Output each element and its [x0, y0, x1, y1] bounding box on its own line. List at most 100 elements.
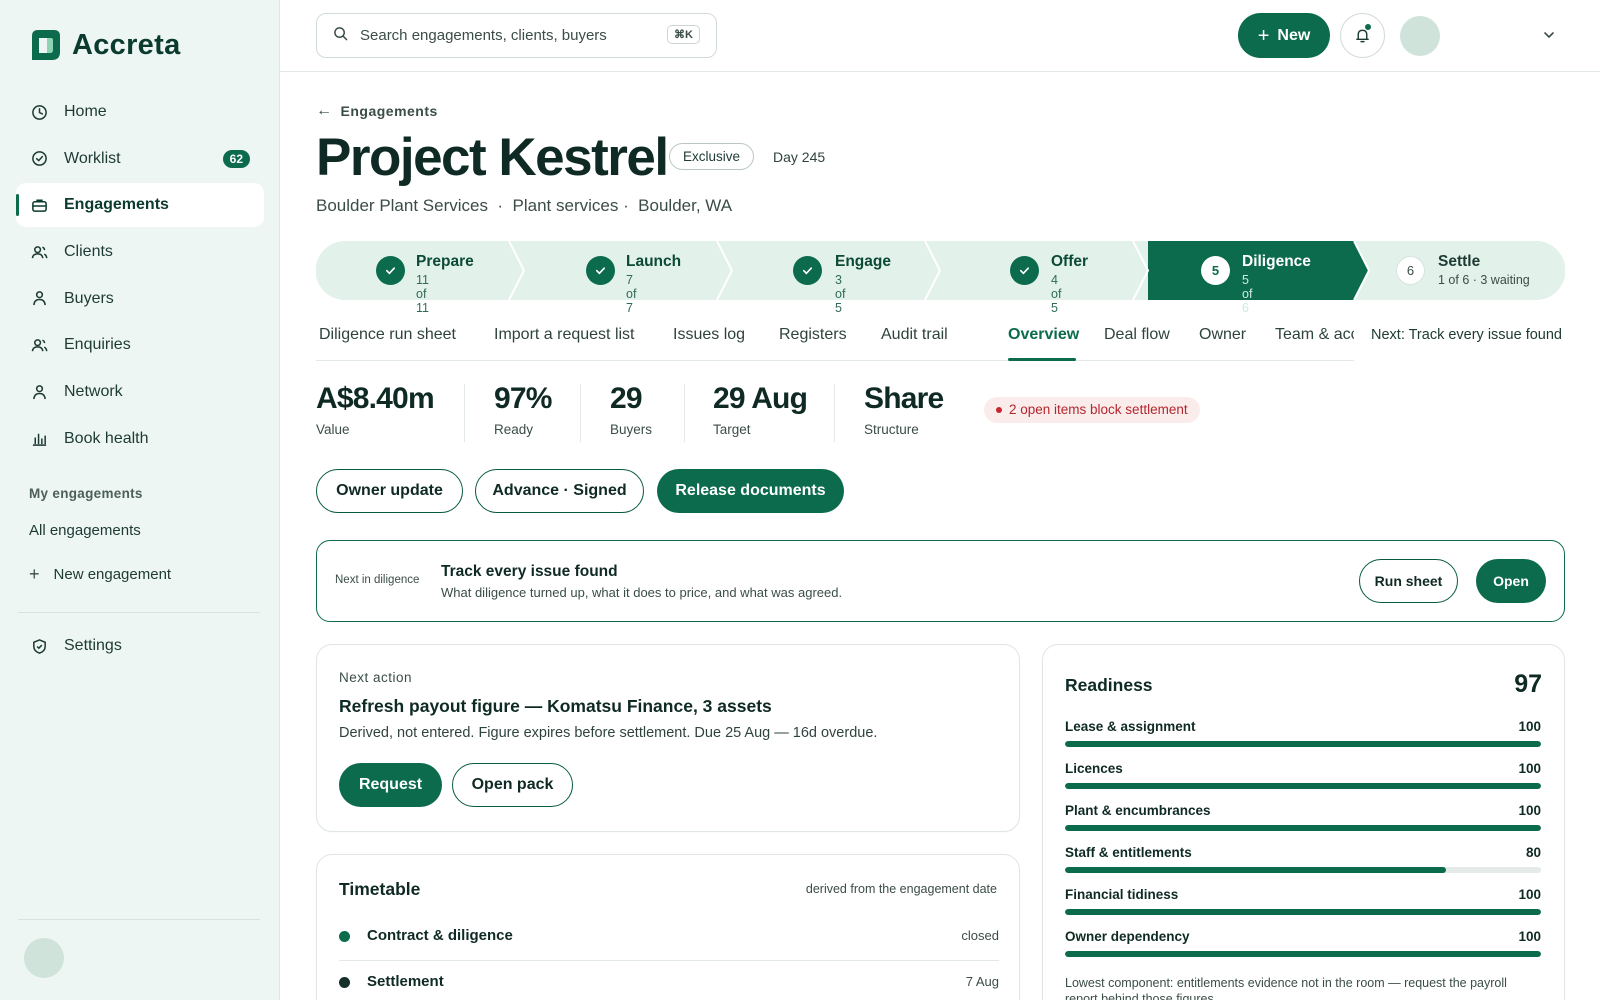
timetable-row-name: Settlement [367, 973, 444, 990]
advance-signed-button[interactable]: Advance · Signed [475, 469, 644, 513]
new-engagement-link[interactable]: + New engagement [29, 564, 171, 585]
readiness-row-score: 100 [1518, 929, 1541, 944]
status-dot [339, 977, 350, 988]
readiness-title: Readiness [1065, 675, 1153, 695]
notifications-button[interactable] [1340, 13, 1385, 58]
readiness-row-score: 100 [1518, 719, 1541, 734]
run-sheet-button[interactable]: Run sheet [1359, 559, 1458, 603]
arrow-left-icon: ← [316, 102, 333, 119]
sidebar-item-network[interactable]: Network [16, 370, 264, 414]
my-engagements-heading: My engagements [29, 486, 143, 501]
all-engagements-link[interactable]: All engagements [29, 522, 141, 539]
open-pack-button[interactable]: Open pack [452, 763, 573, 807]
check-icon [376, 256, 405, 285]
stat-number: Share [864, 382, 944, 415]
sidebar-item-enquiries[interactable]: Enquiries [16, 323, 264, 367]
new-engagement-label: New engagement [53, 566, 172, 583]
stage-stepper: Prepare 11 of 11 Launch 7 of 7 Engage 3 … [316, 241, 1565, 315]
stat-buyers: 29 Buyers [610, 382, 652, 437]
new-button-label: New [1277, 26, 1311, 44]
sidebar-item-label: Book health [64, 429, 149, 447]
stat-label: Buyers [610, 422, 653, 437]
worklist-count-badge: 62 [222, 149, 250, 168]
stat-divider [834, 384, 835, 442]
sidebar-item-buyers[interactable]: Buyers [16, 277, 264, 321]
stage-label: Prepare [416, 253, 474, 270]
timetable-row-name: Contract & diligence [367, 927, 513, 944]
stage-count: 1 of 6 · 3 waiting [1438, 273, 1530, 287]
sidebar-divider [18, 612, 260, 613]
owner-update-button[interactable]: Owner update [316, 469, 463, 513]
tab-strip: Diligence run sheet Import a request lis… [316, 320, 1354, 362]
users-icon [30, 336, 48, 354]
brand-name: Accreta [72, 28, 181, 61]
tab-diligence-run-sheet[interactable]: Diligence run sheet [319, 326, 456, 344]
readiness-row-name: Lease & assignment [1065, 719, 1196, 734]
avatar[interactable] [1400, 16, 1440, 56]
stage-label: Offer [1051, 253, 1089, 270]
tab-bar: Diligence run sheet Import a request lis… [316, 320, 1566, 362]
timetable-separator [339, 960, 999, 961]
users-icon [30, 243, 48, 261]
sidebar-item-worklist[interactable]: Worklist 62 [16, 137, 264, 181]
timetable-row: Settlement 7 Aug [339, 967, 999, 999]
day-counter: Day 245 [773, 149, 826, 165]
readiness-row: Lease & assignment 100 [1065, 719, 1541, 759]
tab-overview[interactable]: Overview [1008, 326, 1079, 344]
sidebar-item-settings[interactable]: Settings [16, 624, 264, 668]
next-step-link[interactable]: Next: Track every issue found [1371, 327, 1562, 343]
readiness-card: Readiness 97 Lease & assignment 100 Lice… [1042, 644, 1565, 1000]
readiness-row-score: 100 [1518, 761, 1541, 776]
readiness-track [1065, 783, 1541, 789]
sidebar-item-home[interactable]: Home [16, 90, 264, 134]
check-icon [793, 256, 822, 285]
readiness-fill [1065, 867, 1446, 873]
stat-label: Ready [494, 422, 534, 437]
sidebar-item-clients[interactable]: Clients [16, 230, 264, 274]
readiness-fill [1065, 825, 1541, 831]
chevron-down-icon[interactable] [1542, 28, 1556, 42]
tab-deal-flow[interactable]: Deal flow [1104, 326, 1170, 344]
next-action-kicker: Next action [339, 670, 413, 685]
brand[interactable]: Accreta [28, 28, 181, 62]
tab-audit-trail[interactable]: Audit trail [881, 326, 948, 344]
readiness-row-name: Financial tidiness [1065, 887, 1179, 902]
request-button[interactable]: Request [339, 763, 442, 807]
stepper-background [316, 241, 1565, 300]
stat-structure: Share Structure [864, 382, 944, 437]
sidebar: Accreta Home Worklist 62 Engagements Cli… [0, 0, 280, 1000]
release-documents-button[interactable]: Release documents [657, 469, 844, 513]
readiness-row: Owner dependency 100 [1065, 929, 1541, 969]
search-box[interactable]: ⌘K [316, 13, 717, 58]
tab-team-access[interactable]: Team & access [1275, 326, 1354, 344]
tab-import-request-list[interactable]: Import a request list [494, 326, 635, 344]
page-title: Project Kestrel [316, 128, 669, 187]
timetable-row-value: 7 Aug [965, 974, 999, 989]
new-button[interactable]: + New [1238, 13, 1330, 58]
stat-number: A$8.40m [316, 382, 435, 415]
readiness-row-name: Owner dependency [1065, 929, 1190, 944]
sidebar-item-book-health[interactable]: Book health [16, 417, 264, 461]
timetable-title: Timetable [339, 879, 421, 899]
readiness-track [1065, 825, 1541, 831]
breadcrumb[interactable]: ← Engagements [316, 102, 438, 120]
readiness-row-name: Plant & encumbrances [1065, 803, 1211, 818]
sidebar-item-label: Home [64, 103, 107, 120]
plus-icon: + [1257, 24, 1270, 47]
open-button[interactable]: Open [1476, 559, 1546, 603]
next-action-card: Next action Refresh payout figure — Koma… [316, 644, 1020, 832]
sidebar-item-label: Enquiries [64, 336, 131, 354]
readiness-row-score: 100 [1518, 887, 1541, 902]
person-icon [30, 290, 48, 308]
settlement-blocker-alert[interactable]: 2 open items block settlement [984, 397, 1200, 423]
shield-icon [30, 637, 48, 655]
stat-ready: 97% Ready [494, 382, 552, 437]
tab-registers[interactable]: Registers [779, 326, 847, 344]
user-avatar[interactable] [24, 938, 64, 978]
tab-issues-log[interactable]: Issues log [673, 326, 745, 344]
sidebar-item-engagements[interactable]: Engagements [16, 183, 264, 228]
tab-owner[interactable]: Owner [1199, 326, 1246, 344]
search-input[interactable] [360, 27, 660, 44]
readiness-row-score: 80 [1525, 845, 1541, 860]
sidebar-item-label: Network [64, 383, 123, 401]
